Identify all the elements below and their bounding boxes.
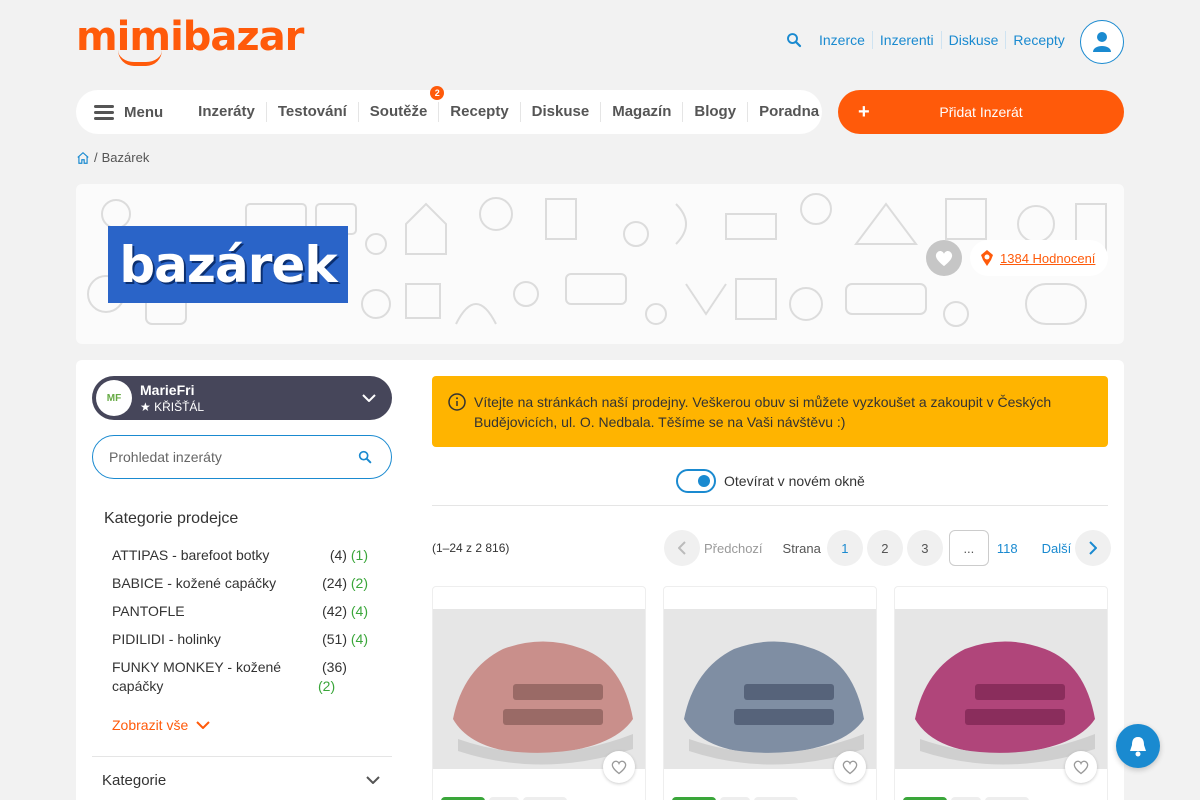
nav-item-poradna[interactable]: Poradna bbox=[748, 102, 830, 122]
nav-item-magazin[interactable]: Magazín bbox=[601, 102, 684, 122]
avatar: MF bbox=[96, 380, 132, 416]
watermark: mimibazar.cz MarieFri bbox=[666, 779, 735, 786]
new-window-toggle[interactable]: Otevírat v novém okně bbox=[676, 469, 865, 493]
divider bbox=[432, 505, 1108, 506]
prev-page-button[interactable] bbox=[664, 530, 700, 566]
add-listing-button[interactable]: + Přidat Inzerát bbox=[838, 90, 1124, 134]
product-card[interactable]: mimibazar.cz MarieFri bbox=[432, 586, 646, 800]
sandal-image bbox=[664, 609, 876, 769]
nav-item-souteze[interactable]: Soutěže 2 bbox=[359, 86, 445, 122]
chevron-left-icon bbox=[678, 541, 686, 555]
divider bbox=[92, 756, 392, 757]
add-listing-label: Přidat Inzerát bbox=[939, 104, 1023, 120]
product-card[interactable]: mimibazar.cz MarieFri bbox=[663, 586, 877, 800]
category-item[interactable]: BABICE - kožené capáčky (24) (2) bbox=[112, 574, 368, 593]
category-item[interactable]: PANTOFLE (42) (4) bbox=[112, 602, 368, 621]
award-icon bbox=[981, 250, 993, 266]
top-link-inzerenti[interactable]: Inzerenti bbox=[873, 31, 942, 49]
shop-brand-logo: bazárek bbox=[108, 226, 348, 303]
info-icon bbox=[448, 393, 466, 411]
seller-name: MarieFri bbox=[140, 382, 195, 398]
nav-item-recepty[interactable]: Recepty bbox=[439, 102, 521, 122]
favorite-button[interactable] bbox=[834, 751, 866, 783]
last-page-link[interactable]: 118 bbox=[997, 541, 1018, 556]
favorite-button[interactable] bbox=[1065, 751, 1097, 783]
logo-smile-mark bbox=[118, 50, 162, 66]
breadcrumb: / Bazárek bbox=[76, 150, 149, 165]
favorite-button[interactable] bbox=[603, 751, 635, 783]
watermark: mimibazar.cz MarieFri bbox=[897, 779, 966, 786]
chevron-down-icon bbox=[362, 394, 376, 402]
product-image[interactable]: mimibazar.cz MarieFri bbox=[433, 609, 645, 786]
seller-categories-title: Kategorie prodejce bbox=[104, 510, 239, 527]
site-logo[interactable]: mimibazar bbox=[76, 14, 304, 60]
sandal-image bbox=[433, 609, 645, 769]
page-number[interactable]: 1 bbox=[826, 530, 863, 566]
shop-notice: Vítejte na stránkách naší prodejny. Vešk… bbox=[432, 376, 1108, 447]
nav-item-diskuse[interactable]: Diskuse bbox=[521, 102, 602, 122]
nav-item-testovani[interactable]: Testování bbox=[267, 102, 359, 122]
chevron-right-icon bbox=[1089, 541, 1098, 555]
chevron-down-icon bbox=[366, 776, 380, 784]
sandal-image bbox=[895, 609, 1107, 769]
next-page-button[interactable] bbox=[1075, 530, 1112, 566]
bell-icon bbox=[1130, 737, 1146, 757]
notification-badge: 2 bbox=[430, 86, 445, 100]
prev-page-label[interactable]: Předchozí bbox=[704, 541, 763, 556]
notifications-button[interactable] bbox=[1116, 724, 1160, 768]
heart-icon bbox=[935, 251, 953, 267]
top-link-inzerce[interactable]: Inzerce bbox=[812, 31, 873, 49]
main-nav: Menu Inzeráty Testování Soutěže 2 Recepty… bbox=[76, 86, 822, 134]
page-number[interactable]: 3 bbox=[906, 530, 943, 566]
top-links: Inzerce Inzerenti Diskuse Recepty bbox=[812, 31, 1072, 49]
seller-category-list: ATTIPAS - barefoot botky (4) (1) BABICE … bbox=[112, 546, 368, 696]
hamburger-icon bbox=[94, 105, 114, 120]
results-range: (1–24 z 2 816) bbox=[432, 541, 510, 555]
product-image[interactable]: mimibazar.cz MarieFri bbox=[895, 609, 1107, 786]
top-link-diskuse[interactable]: Diskuse bbox=[942, 31, 1007, 49]
category-item[interactable]: PIDILIDI - holinky (51) (4) bbox=[112, 630, 368, 649]
heart-outline-icon bbox=[1073, 760, 1089, 775]
seller-dropdown[interactable]: MF MarieFri ★ KŘIŠŤÁL bbox=[92, 376, 392, 420]
product-image[interactable]: mimibazar.cz MarieFri bbox=[664, 609, 876, 786]
page-label: Strana bbox=[782, 540, 821, 556]
notice-text: Vítejte na stránkách naší prodejny. Vešk… bbox=[474, 394, 1052, 430]
search-input[interactable] bbox=[109, 449, 357, 465]
top-link-recepty[interactable]: Recepty bbox=[1006, 31, 1071, 49]
menu-label: Menu bbox=[124, 103, 164, 121]
heart-outline-icon bbox=[842, 760, 858, 775]
toggle-label: Otevírat v novém okně bbox=[724, 473, 865, 489]
home-icon[interactable] bbox=[76, 151, 90, 165]
search-icon[interactable] bbox=[785, 31, 803, 49]
ratings-link[interactable]: 1384 Hodnocení bbox=[1000, 251, 1095, 266]
category-item[interactable]: FUNKY MONKEY - kožené capáčky (36) (2) bbox=[112, 658, 368, 696]
plus-icon: + bbox=[858, 100, 870, 123]
breadcrumb-current: Bazárek bbox=[101, 150, 150, 165]
page-number[interactable]: 2 bbox=[866, 530, 903, 566]
next-page-label[interactable]: Další bbox=[1042, 541, 1072, 556]
seller-level: ★ KŘIŠŤÁL bbox=[140, 400, 205, 414]
nav-item-inzeraty[interactable]: Inzeráty bbox=[187, 102, 267, 122]
rating-badge: 1384 Hodnocení bbox=[970, 240, 1108, 276]
user-account-button[interactable] bbox=[1080, 20, 1124, 64]
category-item[interactable]: ATTIPAS - barefoot botky (4) (1) bbox=[112, 546, 368, 565]
search-icon[interactable] bbox=[357, 449, 373, 465]
menu-button[interactable]: Menu bbox=[94, 104, 163, 121]
favorite-shop-button[interactable] bbox=[926, 240, 962, 276]
breadcrumb-separator: / bbox=[94, 150, 98, 165]
watermark: mimibazar.cz MarieFri bbox=[435, 779, 504, 786]
nav-item-blogy[interactable]: Blogy bbox=[683, 102, 749, 122]
user-icon bbox=[1093, 32, 1111, 52]
product-card[interactable]: mimibazar.cz MarieFri bbox=[894, 586, 1108, 800]
search-field bbox=[92, 435, 392, 479]
pagination: Předchozí Strana 1 2 3 ... 118 Další bbox=[664, 530, 1112, 566]
chevron-down-icon bbox=[196, 721, 210, 729]
toggle-switch[interactable] bbox=[676, 469, 716, 493]
heart-outline-icon bbox=[611, 760, 627, 775]
category-accordion[interactable]: Kategorie bbox=[92, 760, 392, 800]
show-all-link[interactable]: Zobrazit vše bbox=[112, 717, 210, 733]
page-jump-input[interactable]: ... bbox=[948, 530, 989, 566]
